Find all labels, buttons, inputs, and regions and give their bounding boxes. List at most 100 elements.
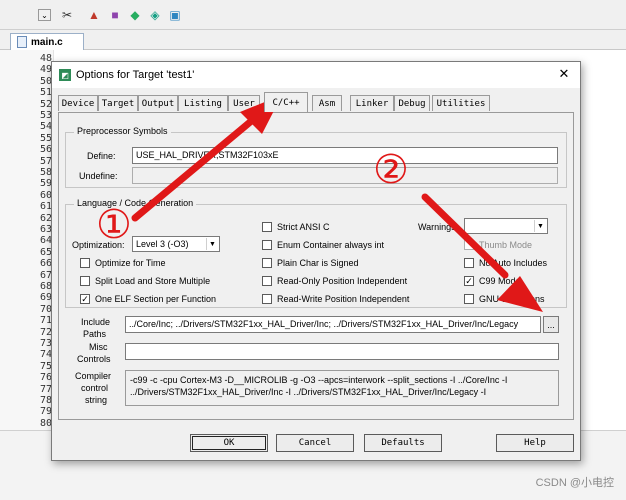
include-browse-button[interactable]: ... (543, 316, 559, 333)
tab-utilities[interactable]: Utilities (432, 95, 490, 111)
include-label-2: Paths (83, 329, 107, 339)
line-number: 72 (39, 326, 52, 338)
no-auto-includes-label: No Auto Includes (479, 258, 548, 268)
optimization-select[interactable]: Level 3 (-O3) ▼ (132, 236, 220, 252)
one-elf-checkbox[interactable]: ✓ One ELF Section per Function (80, 294, 216, 304)
keil-app-icon: ◩ (59, 69, 71, 81)
ide-toolbar: ⌄ ✂ ▲ ■ ◆ ◈ ▣ (0, 0, 626, 30)
tab-listing[interactable]: Listing (178, 95, 228, 111)
enum-container-checkbox[interactable]: Enum Container always int (262, 240, 384, 250)
tab-c-cpp[interactable]: C/C++ (264, 92, 308, 112)
ro-pos-checkbox[interactable]: Read-Only Position Independent (262, 276, 407, 286)
tab-debug[interactable]: Debug (394, 95, 430, 111)
tab-device[interactable]: Device (58, 95, 98, 111)
line-number: 63 (39, 224, 52, 235)
line-number: 66 (39, 258, 52, 270)
checkbox-box (262, 294, 272, 304)
rw-pos-checkbox[interactable]: Read-Write Position Independent (262, 294, 409, 304)
preprocessor-title: Preprocessor Symbols (74, 126, 171, 136)
plain-char-checkbox[interactable]: Plain Char is Signed (262, 258, 359, 268)
gnu-extensions-label: GNU extensions (479, 294, 545, 304)
c99-mode-checkbox[interactable]: ✓ C99 Mode (464, 276, 521, 286)
ro-pos-label: Read-Only Position Independent (277, 276, 408, 286)
build-target-icon[interactable]: ▲ (85, 7, 103, 23)
define-label: Define: (87, 151, 116, 161)
ok-button[interactable]: OK (190, 434, 268, 452)
pack-installer-icon[interactable]: ◆ (126, 7, 144, 23)
language-group: Language / Code Generation Optimization:… (65, 198, 567, 308)
tab-output[interactable]: Output (138, 95, 178, 111)
magic-wand-icon[interactable]: ✂ (58, 7, 76, 23)
compiler-label-3: string (85, 395, 108, 405)
line-number: 80 (39, 417, 52, 429)
misc-controls-input[interactable] (125, 343, 559, 360)
warnings-select[interactable]: ▼ (464, 218, 548, 234)
tab-linker[interactable]: Linker (350, 95, 394, 111)
misc-label-1: Misc (89, 342, 108, 352)
optimization-value: Level 3 (-O3) (136, 239, 189, 249)
one-elf-label: One ELF Section per Function (95, 294, 217, 304)
tab-asm[interactable]: Asm (312, 95, 342, 111)
line-number: 65 (39, 246, 52, 258)
language-title: Language / Code Generation (74, 198, 197, 208)
line-number-gutter: 48 49 50 51 52 53 54 55 56 57 58 59 60 61 62 63 64 65 66 67… (0, 50, 54, 430)
preprocessor-group: Preprocessor Symbols Define: USE_HAL_DRI… (65, 126, 567, 188)
thumb-mode-checkbox[interactable]: Thumb Mode (464, 240, 532, 250)
include-label-1: Include (81, 317, 111, 327)
split-load-checkbox[interactable]: Split Load and Store Multiple (80, 276, 210, 286)
c-cpp-panel: Preprocessor Symbols Define: USE_HAL_DRI… (58, 112, 574, 420)
line-number: 62 (39, 212, 52, 224)
misc-label-2: Controls (77, 354, 111, 364)
strict-ansi-checkbox[interactable]: Strict ANSI C (262, 222, 330, 232)
compiler-label-1: Compiler (75, 371, 112, 381)
line-number: 71 (39, 315, 52, 327)
close-icon[interactable]: ✕ (554, 64, 574, 84)
line-number: 49 (39, 64, 52, 76)
dropdown-toggle-icon[interactable]: ⌄ (38, 9, 51, 21)
thumb-mode-label: Thumb Mode (479, 240, 533, 250)
line-number: 51 (39, 87, 52, 99)
split-load-label: Split Load and Store Multiple (95, 276, 211, 286)
compiler-string-line-1: -c99 -c -cpu Cortex-M3 -D__MICROLIB -g -… (130, 375, 508, 385)
rw-pos-label: Read-Write Position Independent (277, 294, 410, 304)
tab-user[interactable]: User (228, 95, 260, 111)
line-number: 74 (39, 349, 52, 361)
file-tab-label: main.c (31, 36, 63, 48)
line-number: 75 (39, 360, 52, 372)
undefine-label: Undefine: (79, 171, 118, 181)
c99-mode-label: C99 Mode (479, 276, 521, 286)
line-number: 67 (39, 269, 52, 281)
checkbox-box (262, 276, 272, 286)
line-number: 52 (39, 98, 52, 110)
optimize-time-label: Optimize for Time (95, 258, 166, 268)
line-number: 53 (39, 110, 52, 121)
software-packs-icon[interactable]: ◈ (146, 7, 164, 23)
dialog-titlebar[interactable]: ◩ Options for Target 'test1' ✕ (52, 62, 580, 88)
checkbox-box (464, 258, 474, 268)
tab-target[interactable]: Target (98, 95, 138, 111)
line-number: 68 (39, 281, 52, 292)
line-number: 73 (39, 338, 52, 349)
defaults-button[interactable]: Defaults (364, 434, 442, 452)
checkmark-icon: ✓ (464, 275, 474, 286)
editor-tab-strip: main.c (0, 30, 626, 50)
line-number: 60 (39, 189, 52, 201)
optimize-time-checkbox[interactable]: Optimize for Time (80, 258, 166, 268)
file-tab-main-c[interactable]: main.c (10, 33, 84, 50)
gnu-extensions-checkbox[interactable]: GNU extensions (464, 294, 545, 304)
compiler-string-line-2: ../Drivers/STM32F1xx_HAL_Driver/Inc -I .… (130, 387, 487, 397)
line-number: 59 (39, 178, 52, 190)
line-number: 77 (39, 383, 52, 395)
help-button[interactable]: Help (496, 434, 574, 452)
compiler-control-string: -c99 -c -cpu Cortex-M3 -D__MICROLIB -g -… (125, 370, 559, 406)
line-number: 70 (39, 303, 52, 315)
undefine-input[interactable] (132, 167, 558, 184)
cancel-button[interactable]: Cancel (276, 434, 354, 452)
manage-components-icon[interactable]: ■ (106, 7, 124, 23)
line-number: 57 (39, 155, 52, 167)
run-time-environment-icon[interactable]: ▣ (166, 7, 184, 23)
include-paths-input[interactable]: ../Core/Inc; ../Drivers/STM32F1xx_HAL_Dr… (125, 316, 541, 333)
no-auto-includes-checkbox[interactable]: No Auto Includes (464, 258, 547, 268)
define-input[interactable]: USE_HAL_DRIVER,STM32F103xE (132, 147, 558, 164)
optimization-label: Optimization: (72, 240, 125, 250)
